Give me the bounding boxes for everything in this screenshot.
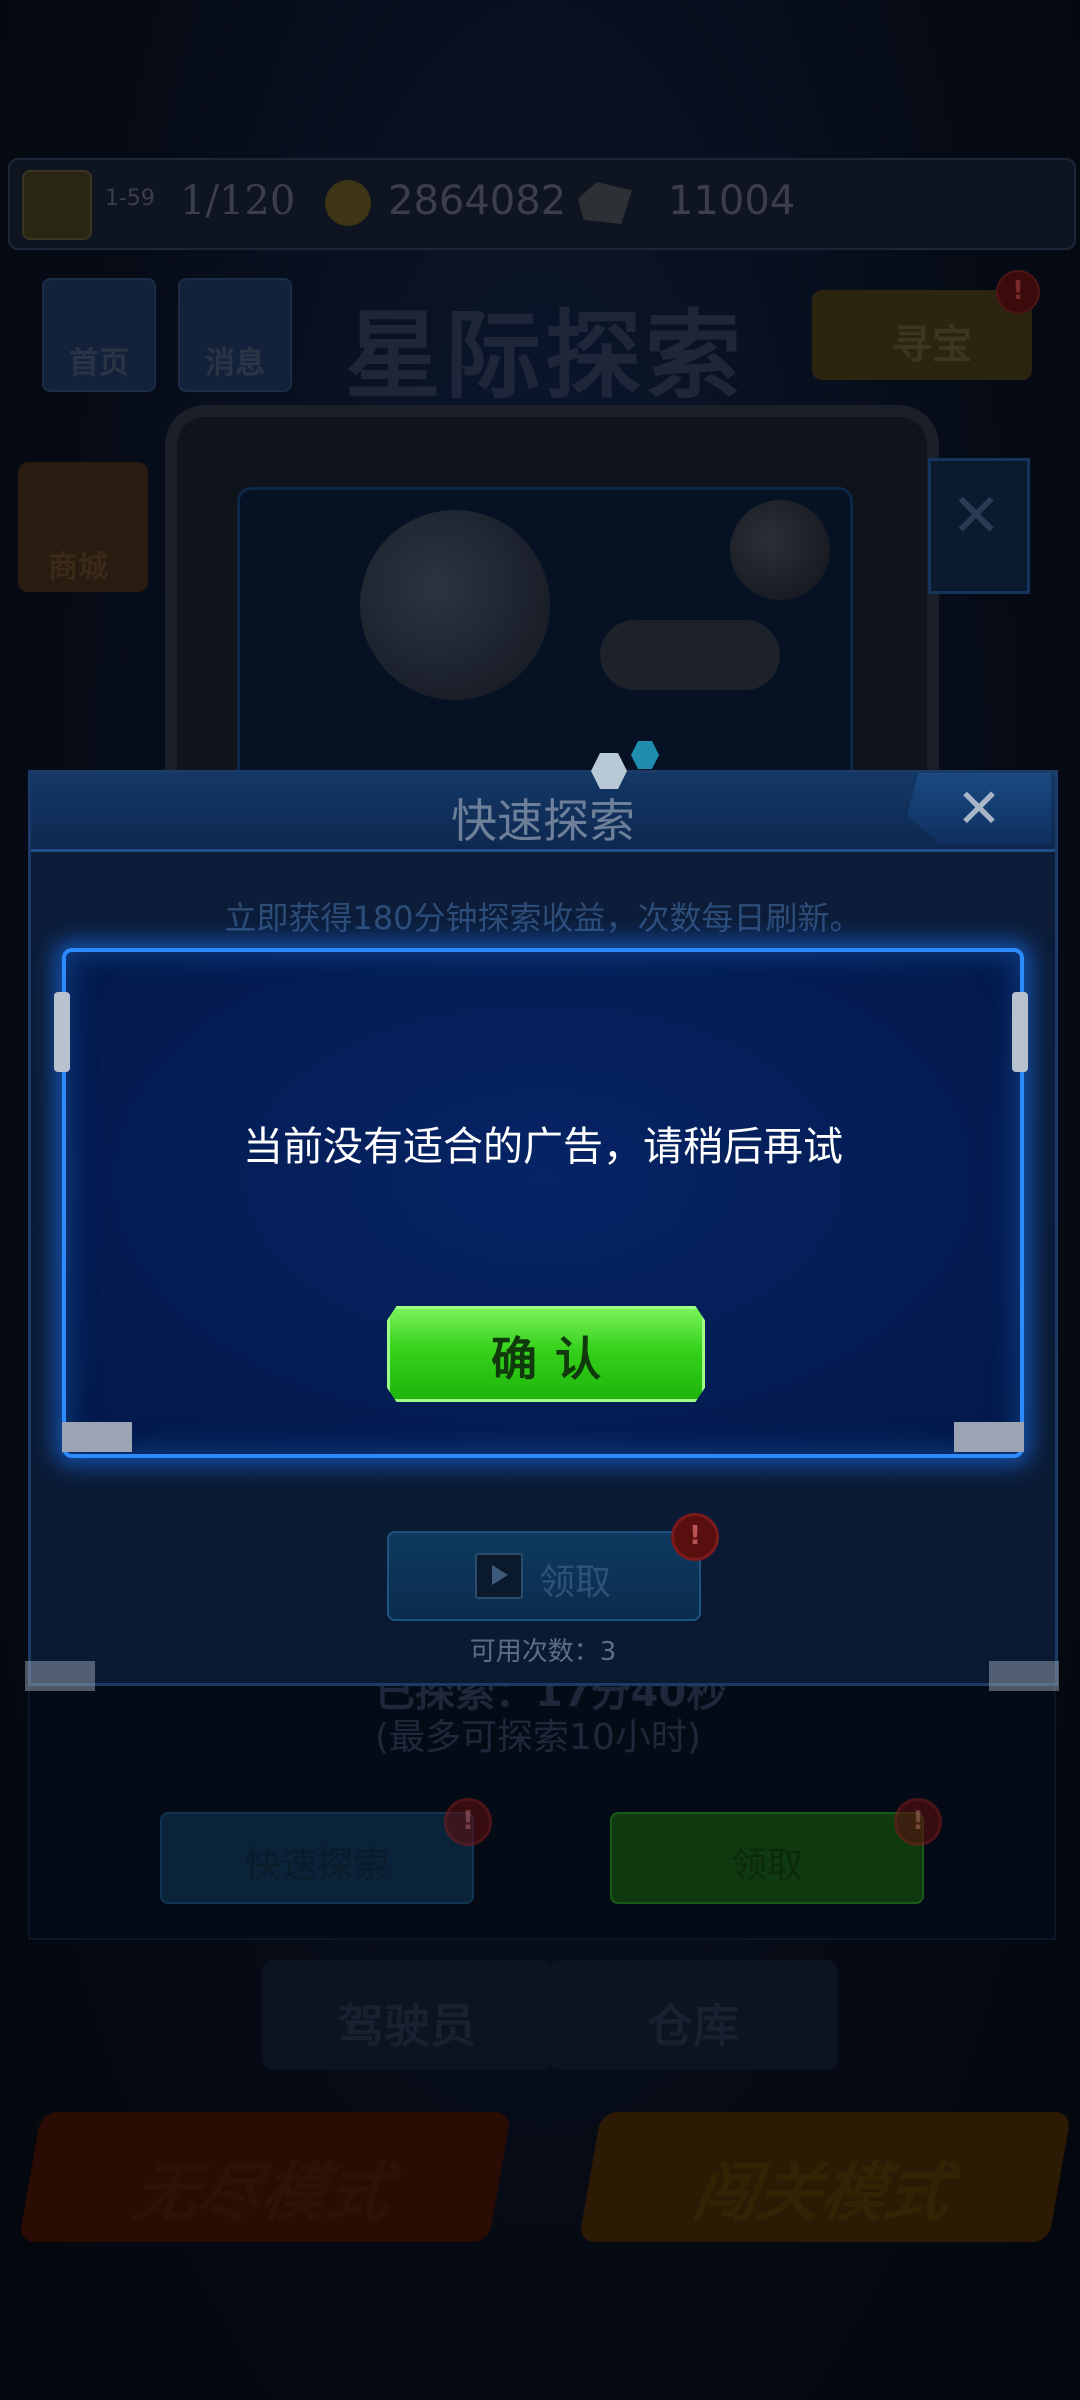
frame-corner-decoration <box>989 1661 1059 1691</box>
close-icon: ✕ <box>956 777 1002 840</box>
endless-mode-button[interactable]: 无尽模式 <box>18 2112 512 2242</box>
quick-explore-button[interactable]: 快速探索 <box>160 1812 474 1904</box>
close-icon: ✕ <box>951 481 1002 551</box>
frame-corner-decoration <box>954 1422 1024 1452</box>
tab-pilot[interactable]: 驾驶员 <box>262 1960 552 2070</box>
frame-clip-decoration <box>54 992 70 1072</box>
treasure-label: 寻宝 <box>892 322 972 368</box>
asteroid-image <box>600 620 780 690</box>
treasure-alert-badge: ! <box>996 270 1040 314</box>
endless-mode-label: 无尽模式 <box>127 2157 397 2231</box>
claim-badge: ! <box>894 1798 942 1846</box>
moon-image <box>730 500 830 600</box>
gem-count: 11004 <box>668 178 796 224</box>
claim-rewards-label: 领取 <box>730 1845 803 1886</box>
frame-clip-decoration <box>1012 992 1028 1072</box>
claim-label: 领取 <box>539 1562 612 1603</box>
level-mode-button[interactable]: 闯关模式 <box>578 2112 1072 2242</box>
tab-pilot-label: 驾驶员 <box>338 1999 476 2053</box>
home-button[interactable]: 首页 <box>42 278 156 392</box>
dialog-close-button[interactable]: ✕ <box>907 773 1051 843</box>
quick-explore-badge: ! <box>444 1798 492 1846</box>
shop-button[interactable]: 商城 <box>18 462 148 592</box>
claim-alert-badge: ! <box>671 1513 719 1561</box>
dialog-title: 快速探索 <box>451 794 635 848</box>
explore-close-button[interactable]: ✕ <box>928 458 1030 594</box>
gem-icon <box>578 182 632 224</box>
quick-explore-label: 快速探索 <box>244 1845 389 1886</box>
claim-rewards-button[interactable]: 领取 <box>610 1812 924 1904</box>
watch-ad-claim-button[interactable]: 领取 <box>387 1531 701 1621</box>
dialog-description: 立即获得180分钟探索收益，次数每日刷新。 <box>224 899 862 937</box>
game-title: 星际探索 <box>345 300 745 412</box>
home-label: 首页 <box>69 346 129 381</box>
level-label: 1-59 <box>105 186 155 211</box>
confirm-button[interactable]: 确认 <box>387 1306 705 1402</box>
stage-progress: 1/120 <box>180 178 296 224</box>
frame-corner-decoration <box>62 1422 132 1452</box>
explore-monitor <box>165 405 939 819</box>
alert-popup: 当前没有适合的广告，请稍后再试 确认 <box>54 948 1028 1458</box>
frame-corner-decoration <box>25 1661 95 1691</box>
player-avatar[interactable] <box>22 170 92 240</box>
confirm-label: 确认 <box>491 1332 619 1386</box>
dialog-header: 快速探索 ✕ <box>31 773 1055 852</box>
available-uses-label: 可用次数：3 <box>469 1637 617 1667</box>
alert-message: 当前没有适合的广告，请稍后再试 <box>243 1124 843 1170</box>
message-button[interactable]: 消息 <box>178 278 292 392</box>
top-status-bar: 1-59 1/120 2864082 11004 <box>8 158 1076 250</box>
coin-count: 2864082 <box>388 178 567 224</box>
planet-image <box>360 510 550 700</box>
tab-warehouse[interactable]: 仓库 <box>548 1960 838 2070</box>
shop-label: 商城 <box>48 550 108 585</box>
message-label: 消息 <box>205 346 265 381</box>
space-view <box>237 487 853 793</box>
video-play-icon <box>475 1553 523 1599</box>
level-mode-label: 闯关模式 <box>687 2157 957 2231</box>
max-explore-label: (最多可探索10小时) <box>375 1717 701 1758</box>
coin-icon <box>325 180 371 226</box>
tab-warehouse-label: 仓库 <box>647 1999 739 2053</box>
